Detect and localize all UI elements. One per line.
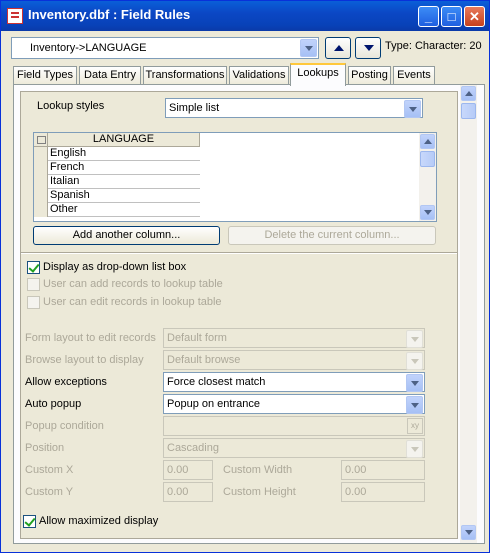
scroll-down-icon[interactable] (461, 525, 476, 540)
add-column-button[interactable]: Add another column... (33, 226, 220, 245)
chevron-down-icon[interactable] (406, 330, 423, 348)
browse-layout-label: Browse layout to display (25, 354, 144, 366)
scroll-up-icon[interactable] (461, 86, 476, 101)
table-row[interactable]: French (34, 161, 200, 175)
row-selector[interactable] (34, 175, 48, 189)
table-row[interactable]: Other (34, 203, 200, 217)
field-type-label: Type: Character: 20 (385, 40, 482, 52)
grid-column-header[interactable]: LANGUAGE (48, 133, 200, 147)
grid-header: LANGUAGE (34, 133, 200, 147)
grid-corner[interactable] (34, 133, 48, 147)
close-button[interactable]: ✕ (464, 6, 485, 27)
user-add-label[interactable]: User can add records to lookup table (43, 278, 223, 290)
user-edit-checkbox[interactable] (27, 296, 40, 309)
row-selector[interactable] (34, 161, 48, 175)
window-title: Inventory.dbf : Field Rules (28, 7, 191, 22)
auto-popup-combo[interactable]: Popup on entrance (163, 394, 425, 414)
grid-cell[interactable]: Other (50, 203, 78, 216)
form-layout-combo[interactable]: Default form (163, 328, 425, 348)
app-icon (7, 8, 23, 24)
custom-y-value: 0.00 (167, 486, 189, 498)
tab-events[interactable]: Events (393, 66, 435, 85)
allow-maximized-checkbox[interactable] (23, 515, 36, 528)
custom-height-field[interactable]: 0.00 (341, 482, 425, 502)
allow-exceptions-label: Allow exceptions (25, 376, 107, 388)
browse-layout-value: Default browse (167, 354, 241, 366)
tab-validations[interactable]: Validations (229, 66, 289, 85)
tab-lookups[interactable]: Lookups (290, 63, 346, 86)
custom-width-label: Custom Width (223, 464, 293, 476)
browse-layout-combo[interactable]: Default browse (163, 350, 425, 370)
user-edit-label[interactable]: User can edit records in lookup table (43, 296, 222, 308)
table-row[interactable]: English (34, 147, 200, 161)
field-selector-value: Inventory->LANGUAGE (30, 42, 147, 54)
field-rules-window: Inventory.dbf : Field Rules _ □ ✕ Invent… (0, 0, 490, 553)
display-dropdown-checkbox[interactable] (27, 261, 40, 274)
lookup-grid[interactable]: LANGUAGE English French Italian Spanish (33, 132, 437, 222)
custom-height-label: Custom Height (223, 486, 296, 498)
lookups-panel: Lookup styles Simple list LANGUAGE Engli… (13, 84, 485, 544)
grid-scrollbar[interactable] (419, 133, 436, 221)
position-label: Position (25, 442, 65, 454)
custom-x-value: 0.00 (167, 464, 189, 476)
row-selector[interactable] (34, 203, 48, 217)
maximize-button[interactable]: □ (441, 6, 462, 27)
lookup-styles-value: Simple list (169, 102, 220, 114)
lookup-styles-combo[interactable]: Simple list (165, 98, 423, 118)
expression-builder-icon[interactable]: xy (407, 418, 423, 434)
tab-posting[interactable]: Posting (348, 66, 391, 85)
delete-column-button[interactable]: Delete the current column... (228, 226, 436, 245)
custom-y-field[interactable]: 0.00 (163, 482, 213, 502)
form-layout-value: Default form (167, 332, 227, 344)
chevron-down-icon[interactable] (406, 396, 423, 414)
lookup-styles-label: Lookup styles (37, 100, 105, 112)
field-selector-combo[interactable]: Inventory->LANGUAGE (11, 37, 319, 59)
position-value: Cascading (167, 442, 219, 454)
position-combo[interactable]: Cascading (163, 438, 425, 458)
chevron-down-icon[interactable] (406, 374, 423, 392)
chevron-down-icon[interactable] (300, 39, 317, 57)
auto-popup-value: Popup on entrance (167, 398, 260, 410)
panel-scrollbar[interactable] (460, 85, 477, 543)
divider (21, 252, 457, 254)
previous-field-button[interactable] (325, 37, 351, 59)
chevron-down-icon[interactable] (406, 440, 423, 458)
scroll-down-icon[interactable] (420, 205, 435, 220)
custom-x-field[interactable]: 0.00 (163, 460, 213, 480)
custom-y-label: Custom Y (25, 486, 74, 498)
custom-x-label: Custom X (25, 464, 74, 476)
allow-exceptions-value: Force closest match (167, 376, 266, 388)
table-row[interactable]: Spanish (34, 189, 200, 203)
minimize-button[interactable]: _ (418, 6, 439, 27)
lookups-content: Lookup styles Simple list LANGUAGE Engli… (20, 91, 458, 539)
auto-popup-label: Auto popup (25, 398, 82, 410)
chevron-down-icon[interactable] (406, 352, 423, 370)
tab-data-entry[interactable]: Data Entry (79, 66, 141, 85)
scroll-up-icon[interactable] (420, 134, 435, 149)
scroll-thumb[interactable] (461, 103, 476, 119)
row-selector[interactable] (34, 147, 48, 161)
tab-field-types[interactable]: Field Types (13, 66, 77, 85)
row-selector[interactable] (34, 189, 48, 203)
user-add-checkbox[interactable] (27, 278, 40, 291)
allow-exceptions-combo[interactable]: Force closest match (163, 372, 425, 392)
grid-cell[interactable]: Spanish (50, 189, 90, 202)
grid-cell[interactable]: English (50, 147, 86, 160)
grid-cell[interactable]: French (50, 161, 84, 174)
form-layout-label: Form layout to edit records (25, 332, 156, 344)
chevron-down-icon[interactable] (404, 100, 421, 118)
scroll-thumb[interactable] (420, 151, 435, 167)
custom-width-field[interactable]: 0.00 (341, 460, 425, 480)
custom-height-value: 0.00 (345, 486, 367, 498)
title-bar[interactable]: Inventory.dbf : Field Rules _ □ ✕ (1, 1, 489, 31)
tab-transformations[interactable]: Transformations (143, 66, 227, 85)
popup-condition-field[interactable]: xy (163, 416, 425, 436)
grid-cell[interactable]: Italian (50, 175, 79, 188)
popup-condition-label: Popup condition (25, 420, 104, 432)
next-field-button[interactable] (355, 37, 381, 59)
table-row[interactable]: Italian (34, 175, 200, 189)
allow-maximized-label[interactable]: Allow maximized display (39, 515, 158, 527)
custom-width-value: 0.00 (345, 464, 367, 476)
display-dropdown-label[interactable]: Display as drop-down list box (43, 261, 186, 273)
